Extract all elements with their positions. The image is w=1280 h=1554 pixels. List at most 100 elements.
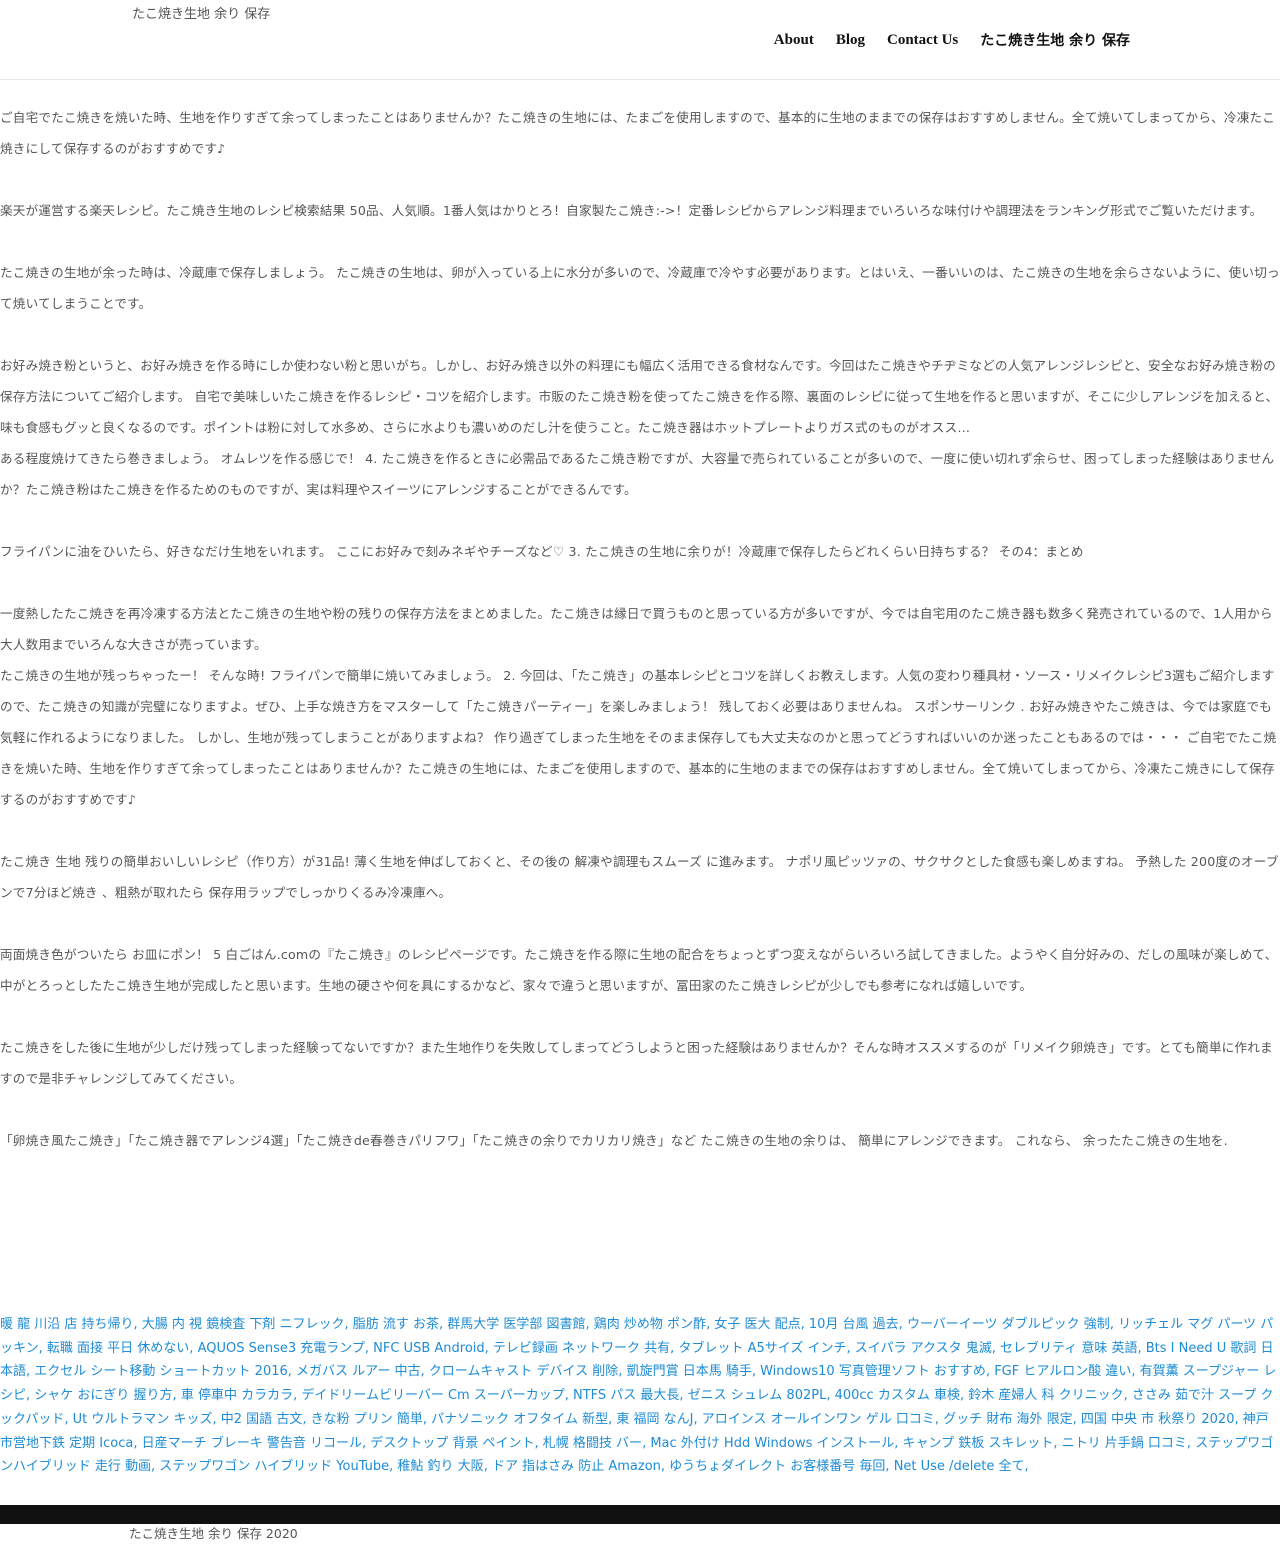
link-separator: , (172, 1388, 181, 1404)
link-separator: , (422, 1411, 432, 1427)
link-separator: , (679, 1388, 688, 1404)
related-link[interactable]: タブレット A5サイズ インチ (678, 1341, 846, 1356)
paragraph: 楽天が運営する楽天レシピ。たこ焼き生地のレシピ検索結果 50品、人気順。1番人気… (0, 203, 1263, 218)
related-link[interactable]: テレビ録画 ネットワーク 共有 (493, 1341, 670, 1356)
nav-home[interactable]: たこ焼き生地 余り 保存 (980, 30, 1130, 50)
related-link[interactable]: 鈴木 産婦人 科 クリニック (968, 1388, 1123, 1403)
related-link[interactable]: NFC USB Android (373, 1341, 485, 1356)
link-separator: , (1234, 1411, 1243, 1427)
paragraph: たこ焼き 生地 残りの簡単おいしいレシピ（作り方）が31品! 薄く生地を伸ばして… (0, 854, 1279, 900)
related-link[interactable]: シャケ おにぎり 握り方 (34, 1388, 172, 1403)
link-separator: , (1123, 1388, 1132, 1404)
related-link[interactable]: 凱旋門賞 日本馬 騎手 (627, 1364, 752, 1379)
related-link[interactable]: スイパラ アクスタ 鬼滅 (855, 1341, 992, 1356)
related-link[interactable]: 転職 面接 平日 休めない (47, 1341, 189, 1356)
related-link[interactable]: Net Use /delete 全て (894, 1459, 1025, 1474)
related-link[interactable]: Ut ウルトラマン キッズ (73, 1412, 213, 1427)
link-separator: , (64, 1411, 73, 1427)
link-separator: , (1053, 1435, 1062, 1451)
related-link[interactable]: 400cc カスタム 車検 (835, 1388, 960, 1403)
link-separator: , (344, 1317, 353, 1332)
link-separator: , (959, 1388, 969, 1404)
related-link[interactable]: きな粉 プリン 簡単 (311, 1412, 423, 1427)
footer-bar (0, 1505, 1280, 1524)
related-link[interactable]: クロームキャスト デバイス 削除 (429, 1364, 619, 1379)
related-link[interactable]: 東 福岡 なんJ (616, 1412, 693, 1427)
link-separator: , (1072, 1411, 1081, 1427)
site-title[interactable]: たこ焼き生地 余り 保存 (132, 3, 270, 22)
nav-blog[interactable]: Blog (836, 32, 865, 49)
related-link[interactable]: 中2 国語 古文 (221, 1412, 303, 1427)
related-link[interactable]: ゆうちょダイレクト お客様番号 毎回 (669, 1459, 885, 1474)
related-link[interactable]: 女子 医大 配点 (714, 1317, 800, 1332)
paragraph: ご自宅でたこ焼きを焼いた時、生地を作りすぎて余ってしまったことはありませんか？た… (0, 110, 1276, 156)
related-link[interactable]: 四国 中央 市 秋祭り 2020 (1081, 1412, 1235, 1427)
related-link[interactable]: 10月 台風 過去 (809, 1317, 899, 1332)
related-link[interactable]: ウーバーイーツ ダブルピック 強制 (907, 1317, 1110, 1332)
related-link[interactable]: FGF ヒアルロン酸 違い (994, 1364, 1131, 1379)
link-separator: , (133, 1317, 142, 1332)
link-separator: , (1131, 1364, 1140, 1380)
link-separator: , (985, 1364, 995, 1380)
related-link[interactable]: 鶏肉 炒め物 ポン酢 (594, 1317, 706, 1332)
link-separator: , (660, 1459, 670, 1475)
link-separator: , (751, 1364, 761, 1380)
related-link[interactable]: アロインス オールインワン ゲル 口コミ (702, 1412, 935, 1427)
link-separator: , (484, 1340, 493, 1356)
link-separator: , (693, 1411, 702, 1427)
link-separator: , (585, 1317, 594, 1332)
paragraph: フライパンに油をひいたら、好きなだけ生地をいれます。 ここにお好みで刻みネギやチ… (0, 544, 1084, 559)
paragraph: ある程度焼けてきたら巻きましょう。 オムレツを作る感じで！ 4. たこ焼きを作る… (0, 451, 1275, 497)
paragraph: たこ焼きの生地が余った時は、冷蔵庫で保存しましょう。 たこ焼きの生地は、卵が入っ… (0, 265, 1280, 311)
link-separator: , (991, 1340, 1000, 1356)
link-separator: , (38, 1340, 47, 1356)
link-separator: , (826, 1388, 835, 1404)
link-separator: , (1024, 1459, 1029, 1475)
related-link[interactable]: 暖 龍 川沿 店 持ち帰り (0, 1317, 134, 1332)
paragraph: 一度熱したたこ焼きを再冷凍する方法とたこ焼きの生地や粉の残りの保存方法をまとめま… (0, 606, 1273, 652)
link-separator: , (212, 1411, 221, 1427)
link-separator: , (846, 1340, 855, 1356)
related-link[interactable]: ゼニス シュレム 802PL (688, 1388, 827, 1403)
related-link[interactable]: ニトリ 片手鍋 口コミ (1062, 1436, 1187, 1451)
related-link[interactable]: 脂肪 流す お茶 (353, 1317, 439, 1332)
paragraph: お好み焼き粉というと、お好み焼きを作る時にしか使わない粉と思いがち。しかし、お好… (0, 358, 1279, 435)
link-separator: , (618, 1364, 627, 1380)
link-separator: , (934, 1411, 944, 1427)
link-separator: , (564, 1388, 573, 1404)
related-links: 暖 龍 川沿 店 持ち帰り, 大腸 内 視 鏡検査 下剤 ニフレック, 脂肪 流… (0, 1313, 1280, 1479)
footer-text: たこ焼き生地 余り 保存 2020 (129, 1526, 298, 1541)
related-link[interactable]: AQUOS Sense3 充電ランプ (198, 1341, 365, 1356)
link-separator: , (885, 1459, 894, 1475)
related-link[interactable]: 日産マーチ ブレーキ 警告音 リコール (142, 1436, 362, 1451)
related-link[interactable]: キャンプ 鉄板 スキレット (903, 1436, 1054, 1451)
related-link[interactable]: グッチ 財布 海外 限定 (943, 1412, 1072, 1427)
related-link[interactable]: デスクトップ 背景 ペイント (370, 1436, 534, 1451)
link-separator: , (894, 1435, 903, 1451)
related-link[interactable]: NTFS パス 最大長 (573, 1388, 679, 1403)
related-link[interactable]: Mac 外付け Hdd Windows インストール (650, 1436, 894, 1451)
related-link[interactable]: ステップワゴン ハイブリッド YouTube (159, 1459, 389, 1474)
nav-contact-us[interactable]: Contact Us (887, 32, 958, 49)
related-link[interactable]: 車 停車中 カラカラ (181, 1388, 293, 1403)
related-link[interactable]: エクセル シート移動 ショートカット 2016 (34, 1364, 287, 1379)
related-link[interactable]: 札幌 格闘技 バー (543, 1436, 642, 1451)
related-link[interactable]: セレブリティ 意味 英語 (1000, 1341, 1138, 1356)
related-link[interactable]: パナソニック オフタイム 新型 (431, 1412, 608, 1427)
related-link[interactable]: ドア 指はさみ 防止 Amazon (492, 1459, 661, 1474)
related-link[interactable]: Windows10 写真管理ソフト おすすめ (760, 1364, 986, 1379)
main-nav: About Blog Contact Us たこ焼き生地 余り 保存 (774, 30, 1130, 50)
paragraph: たこ焼きをした後に生地が少しだけ残ってしまった経験ってないですか？また生地作りを… (0, 1040, 1273, 1086)
article-body: ご自宅でたこ焼きを焼いた時、生地を作りすぎて余ってしまったことはありませんか？た… (0, 102, 1280, 1187)
related-link[interactable]: メガバス ルアー 中古 (296, 1364, 421, 1379)
related-link[interactable]: 大腸 内 視 鏡検査 下剤 ニフレック (142, 1317, 345, 1332)
site-header: たこ焼き生地 余り 保存 About Blog Contact Us たこ焼き生… (0, 0, 1280, 80)
related-link[interactable]: デイドリームビリーバー Cm スーパーカップ (301, 1388, 564, 1403)
nav-about[interactable]: About (774, 32, 814, 49)
related-link[interactable]: 群馬大学 医学部 図書館 (447, 1317, 585, 1332)
link-separator: , (800, 1317, 809, 1332)
link-separator: , (534, 1435, 543, 1451)
link-separator: , (1109, 1317, 1119, 1332)
related-link[interactable]: 稚鮎 釣り 大阪 (397, 1459, 483, 1474)
link-separator: , (287, 1364, 297, 1380)
